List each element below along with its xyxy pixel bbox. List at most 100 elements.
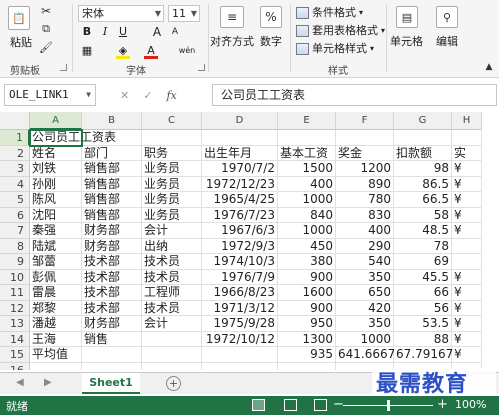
cells-icon[interactable]: ▤ (396, 6, 418, 28)
format-painter-icon[interactable]: 🖌 (38, 40, 54, 54)
conditional-formatting-button[interactable]: 条件格式 ▾ (296, 5, 363, 21)
table-cell[interactable]: ¥ (452, 316, 482, 332)
table-cell[interactable]: 职务 (142, 145, 202, 161)
row-header[interactable]: 10 (0, 269, 30, 285)
italic-button[interactable]: I (98, 24, 112, 40)
table-cell[interactable]: 1967/6/3 (202, 223, 278, 239)
table-cell[interactable]: 45.5 (394, 269, 452, 285)
row-header[interactable]: 8 (0, 238, 30, 254)
table-cell[interactable]: ¥ (452, 347, 482, 363)
clipboard-launcher-icon[interactable] (60, 64, 67, 71)
table-cell[interactable]: 奖金 (336, 145, 394, 161)
table-cell[interactable] (142, 362, 202, 370)
table-cell[interactable]: 潘越 (30, 316, 82, 332)
row-header[interactable]: 4 (0, 176, 30, 192)
table-cell[interactable]: 技术部 (82, 269, 142, 285)
table-cell[interactable]: 业务员 (142, 192, 202, 208)
row-header[interactable]: 5 (0, 192, 30, 208)
percent-icon[interactable]: % (260, 6, 282, 28)
next-sheet-icon[interactable]: ▶ (44, 377, 52, 388)
table-cell[interactable]: 王海 (30, 331, 82, 347)
table-cell[interactable]: 会计 (142, 316, 202, 332)
table-cell[interactable]: 540 (336, 254, 394, 270)
table-cell[interactable]: 秦强 (30, 223, 82, 239)
table-cell[interactable]: ¥ (452, 207, 482, 223)
table-cell[interactable] (82, 362, 142, 370)
table-cell[interactable]: 部门 (82, 145, 142, 161)
table-cell[interactable]: 48.5 (394, 223, 452, 239)
table-cell[interactable] (142, 347, 202, 363)
row-header[interactable]: 12 (0, 300, 30, 316)
table-cell[interactable]: 平均值 (30, 347, 82, 363)
table-cell[interactable]: 641.6667 (336, 347, 395, 363)
active-cell[interactable]: 公司员工工资表 (29, 129, 116, 147)
underline-button[interactable]: U (116, 24, 130, 40)
font-size-select[interactable]: 11 ▼ (168, 5, 200, 22)
page-layout-view-icon[interactable] (284, 399, 297, 411)
table-cell[interactable]: ¥ (452, 192, 482, 208)
number-format-button[interactable]: 数字 (260, 33, 282, 49)
row-header[interactable]: 13 (0, 316, 30, 332)
table-cell[interactable] (336, 130, 394, 146)
row-header[interactable]: 9 (0, 254, 30, 270)
table-cell[interactable]: ¥ (452, 331, 482, 347)
table-cell[interactable]: 1966/8/23 (202, 285, 278, 301)
table-cell[interactable]: 450 (278, 238, 336, 254)
font-launcher-icon[interactable] (198, 64, 205, 71)
table-cell[interactable]: 雷晨 (30, 285, 82, 301)
table-cell[interactable]: 67.79167 (394, 347, 453, 363)
table-cell[interactable]: 780 (336, 192, 394, 208)
table-cell[interactable]: 姓名 (30, 145, 82, 161)
table-cell[interactable]: 1970/7/2 (202, 161, 278, 177)
table-cell[interactable]: 财务部 (82, 316, 142, 332)
editing-button[interactable]: 编辑 (436, 33, 458, 49)
table-cell[interactable]: ¥ (452, 223, 482, 239)
table-cell[interactable] (82, 347, 142, 363)
table-cell[interactable]: 400 (278, 176, 336, 192)
column-header[interactable]: F (336, 112, 394, 130)
table-cell[interactable]: 扣款额 (394, 145, 452, 161)
table-cell[interactable]: 工程师 (142, 285, 202, 301)
row-header[interactable]: 3 (0, 161, 30, 177)
table-cell[interactable] (202, 130, 278, 146)
table-cell[interactable]: 彭佩 (30, 269, 82, 285)
table-cell[interactable]: 邹蕾 (30, 254, 82, 270)
table-cell[interactable] (452, 238, 482, 254)
table-cell[interactable]: 890 (336, 176, 394, 192)
table-cell[interactable]: 350 (336, 269, 394, 285)
row-header[interactable]: 15 (0, 347, 30, 363)
shrink-font-button[interactable]: A (168, 24, 182, 40)
table-cell[interactable]: 业务员 (142, 161, 202, 177)
table-cell[interactable]: 沈阳 (30, 207, 82, 223)
table-cell[interactable] (394, 130, 452, 146)
worksheet-grid[interactable]: ABCDEFGH 1 公司员工工资表 2 姓名 部门 职务 出生年月 基本工资 奖金 扣款额实 3 刘… (0, 112, 499, 370)
table-cell[interactable]: 业务员 (142, 207, 202, 223)
table-cell[interactable]: 刘铁 (30, 161, 82, 177)
table-cell[interactable]: ¥ (452, 176, 482, 192)
table-cell[interactable]: 1972/9/3 (202, 238, 278, 254)
table-cell[interactable]: 出纳 (142, 238, 202, 254)
table-cell[interactable]: 66 (394, 285, 452, 301)
fill-color-icon[interactable]: ◈ (116, 43, 130, 59)
table-cell[interactable]: ¥ (452, 161, 482, 177)
zoom-level[interactable]: 100% (455, 398, 486, 411)
table-cell[interactable]: 1975/9/28 (202, 316, 278, 332)
enter-icon[interactable]: ✓ (143, 89, 152, 102)
table-cell[interactable]: 1972/12/23 (202, 176, 278, 192)
page-break-preview-icon[interactable] (314, 399, 327, 411)
table-cell[interactable] (142, 331, 202, 347)
table-cell[interactable]: 财务部 (82, 223, 142, 239)
alignment-button[interactable]: 对齐方式 (210, 33, 254, 49)
zoom-slider-thumb[interactable] (387, 400, 390, 411)
table-cell[interactable]: ¥ (452, 269, 482, 285)
table-cell[interactable]: 400 (336, 223, 394, 239)
paste-icon[interactable]: 📋 (8, 6, 30, 30)
table-cell[interactable]: 1972/10/12 (202, 331, 278, 347)
table-cell[interactable]: 技术员 (142, 254, 202, 270)
table-cell[interactable]: 1971/3/12 (202, 300, 278, 316)
table-cell[interactable]: 1000 (336, 331, 394, 347)
row-header[interactable]: 7 (0, 223, 30, 239)
table-cell[interactable]: 1965/4/25 (202, 192, 278, 208)
table-cell[interactable]: 830 (336, 207, 394, 223)
column-header[interactable]: A (30, 112, 82, 130)
